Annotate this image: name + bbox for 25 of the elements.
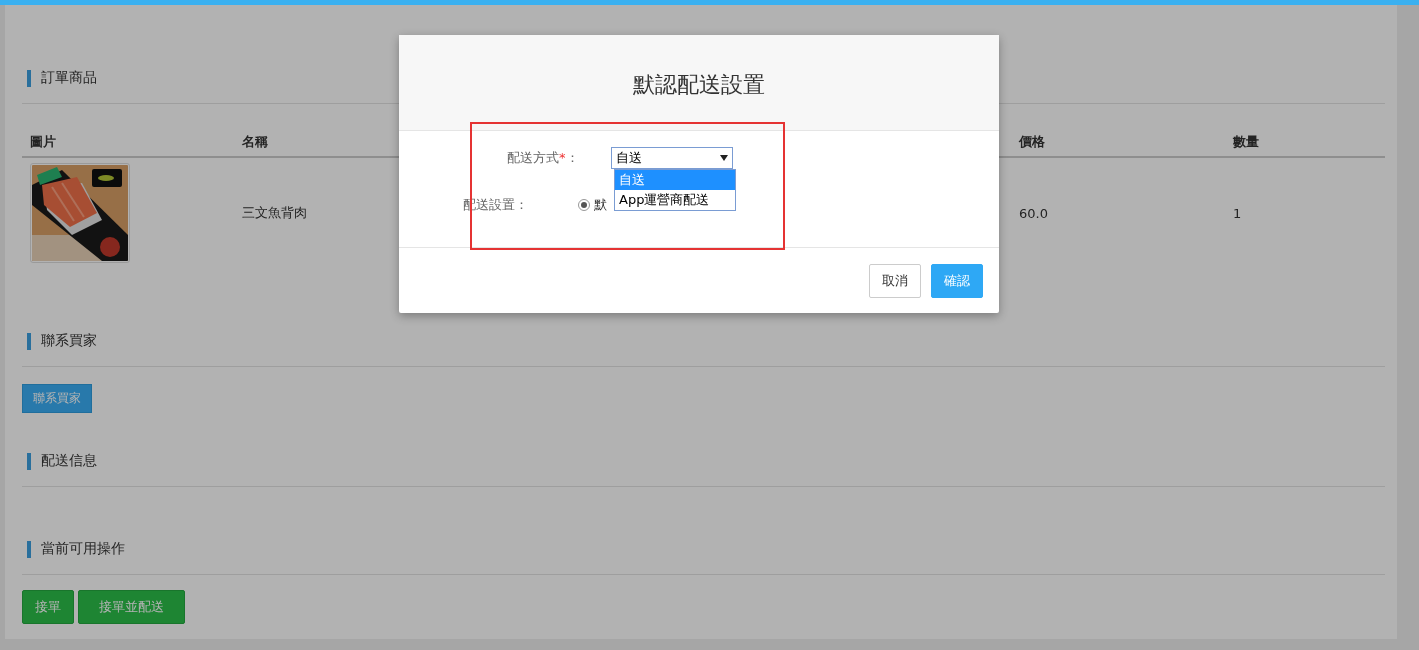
- column-header: 數量: [1225, 128, 1385, 157]
- heading-accent-bar: [27, 540, 31, 558]
- radio-label: 默: [594, 196, 607, 214]
- delivery-method-select[interactable]: 自送: [610, 147, 733, 169]
- dropdown-option[interactable]: 自送: [615, 170, 735, 190]
- contact-buyer-button[interactable]: 聯系買家: [22, 384, 92, 413]
- radio-button[interactable]: [578, 199, 590, 211]
- action-button[interactable]: 接單並配送: [78, 590, 185, 624]
- column-header: 圖片: [22, 128, 234, 157]
- table-cell: 60.0: [1019, 205, 1048, 221]
- section-title: 當前可用操作: [41, 540, 125, 558]
- table-cell: 1: [1233, 205, 1242, 221]
- section-title: 配送信息: [41, 452, 97, 470]
- heading-accent-bar: [27, 69, 31, 87]
- column-header: 價格: [1011, 128, 1225, 157]
- section-title: 聯系買家: [41, 332, 97, 350]
- section-title: 訂單商品: [41, 69, 97, 87]
- confirm-button[interactable]: 確認: [931, 263, 983, 298]
- cancel-button[interactable]: 取消: [869, 263, 921, 298]
- heading-accent-bar: [27, 332, 31, 350]
- heading-accent-bar: [27, 452, 31, 470]
- action-button[interactable]: 接單: [22, 590, 74, 624]
- caret-icon: [719, 155, 728, 161]
- table-cell: 三文魚背肉: [242, 205, 307, 220]
- dialog-title: 默認配送設置: [633, 71, 765, 99]
